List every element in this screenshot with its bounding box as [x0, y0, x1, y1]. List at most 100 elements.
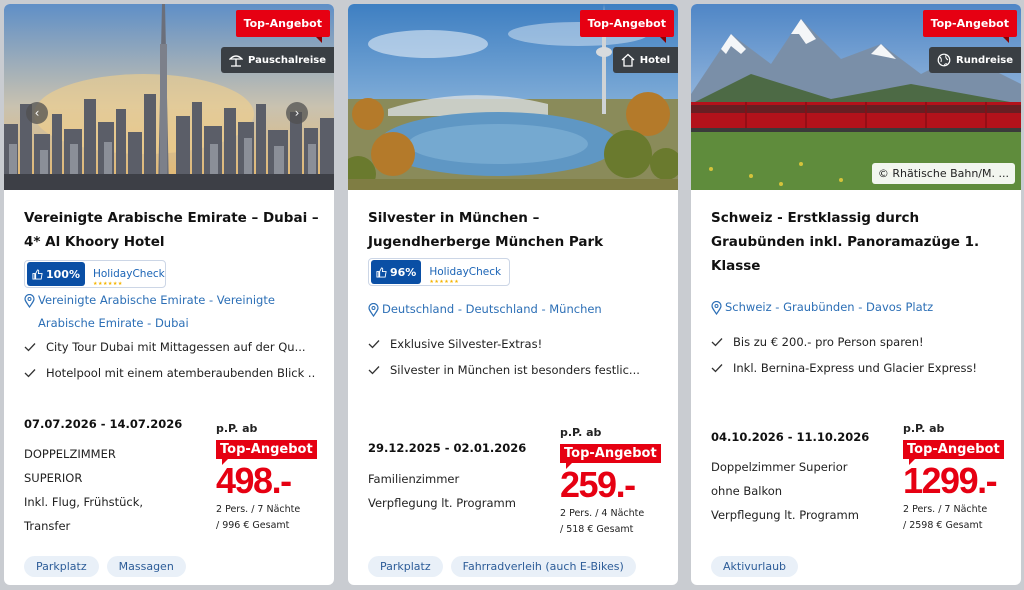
price-per-person-label: p.P. ab	[903, 422, 945, 435]
location-text: Deutschland - Deutschland - München	[382, 302, 602, 316]
amenity-chip[interactable]: Massagen	[106, 556, 186, 577]
check-icon	[711, 364, 723, 373]
check-icon	[24, 343, 36, 352]
price-total: / 518 € Gesamt	[560, 524, 634, 535]
location-text: Schweiz - Graubünden - Davos Platz	[725, 300, 934, 314]
room-line: DOPPELZIMMER	[24, 447, 116, 461]
offer-image[interactable]: Top-Angebot Hotel	[348, 4, 678, 190]
thumbs-up-icon	[376, 266, 387, 278]
trip-type-label: Rundreise	[956, 54, 1013, 66]
travel-dates: 29.12.2025 - 02.01.2026	[368, 441, 527, 455]
rating-percent-pill: 96%	[371, 260, 422, 284]
trip-type-badge: Rundreise	[929, 47, 1021, 73]
price-total: / 996 € Gesamt	[216, 520, 290, 531]
feature-list: Exklusive Silvester-Extras! Silvester in…	[368, 331, 660, 383]
feature-item: Bis zu € 200.- pro Person sparen!	[711, 329, 1003, 355]
price-persons-nights: 2 Pers. / 7 Nächte	[216, 504, 301, 515]
feature-item: Silvester in München ist besonders festl…	[368, 357, 660, 383]
location-text: Vereinigte Arabische Emirate - Vereinigt…	[38, 293, 275, 330]
image-copyright: © Rhätische Bahn/M. ...	[871, 163, 1015, 184]
travel-dates: 04.10.2026 - 11.10.2026	[711, 430, 870, 444]
amenity-chips: Aktivurlaub	[711, 556, 799, 577]
price-amount: 1299.-	[903, 460, 998, 501]
room-line: Verpflegung lt. Programm	[368, 496, 516, 510]
room-info: DOPPELZIMMER SUPERIOR Inkl. Flug, Frühst…	[24, 442, 204, 538]
holidaycheck-rating: 100% HolidayCheck ★★★★★★	[24, 260, 166, 288]
feature-item: Exklusive Silvester-Extras!	[368, 331, 660, 357]
map-pin-icon	[24, 294, 35, 308]
amenity-chip[interactable]: Aktivurlaub	[711, 556, 799, 577]
room-line: Familienzimmer	[368, 472, 460, 486]
check-icon	[368, 340, 380, 349]
holidaycheck-logo: HolidayCheck ★★★★★★	[429, 266, 502, 285]
room-info: Doppelzimmer Superior ohne Balkon Verpfl…	[711, 455, 891, 527]
amenity-chip[interactable]: Fahrradverleih (auch E-Bikes)	[450, 556, 636, 577]
price-top-offer-tag: Top-Angebot	[560, 444, 661, 469]
offer-title[interactable]: Silvester in München – Jugendherberge Mü…	[368, 206, 664, 254]
feature-text: Exklusive Silvester-Extras!	[390, 337, 543, 351]
amenity-chips: Parkplatz Fahrradverleih (auch E-Bikes)	[368, 556, 636, 577]
offer-card-munich[interactable]: Top-Angebot Hotel Silvester in München –…	[348, 4, 678, 585]
feature-text: Inkl. Bernina-Express und Glacier Expres…	[733, 361, 978, 375]
trip-type-label: Hotel	[639, 54, 670, 66]
location-link[interactable]: Schweiz - Graubünden - Davos Platz	[711, 296, 1011, 319]
rating-stars: ★★★★★★	[429, 279, 460, 285]
holidaycheck-brand: HolidayCheck	[429, 266, 502, 278]
offer-title[interactable]: Vereinigte Arabische Emirate – Dubai – 4…	[24, 206, 320, 254]
feature-item: City Tour Dubai mit Mittagessen auf der …	[24, 334, 316, 360]
check-icon	[711, 338, 723, 347]
location-link[interactable]: Deutschland - Deutschland - München	[368, 298, 668, 321]
price-amount: 259.-	[560, 464, 636, 505]
beach-umbrella-icon	[229, 55, 244, 67]
trip-type-badge: Pauschalreise	[221, 47, 334, 73]
globe-icon	[937, 53, 951, 67]
feature-text: Bis zu € 200.- pro Person sparen!	[733, 335, 924, 349]
amenity-chip[interactable]: Parkplatz	[24, 556, 99, 577]
price-total: / 2598 € Gesamt	[903, 520, 983, 531]
amenity-chip[interactable]: Parkplatz	[368, 556, 443, 577]
price-amount: 498.-	[216, 460, 292, 501]
room-info: Familienzimmer Verpflegung lt. Programm	[368, 467, 548, 515]
carousel-next-button[interactable]: ›	[286, 102, 308, 124]
room-line: SUPERIOR	[24, 471, 83, 485]
room-line: Verpflegung lt. Programm	[711, 508, 859, 522]
feature-text: City Tour Dubai mit Mittagessen auf der …	[46, 340, 306, 354]
feature-list: City Tour Dubai mit Mittagessen auf der …	[24, 334, 316, 386]
location-link[interactable]: Vereinigte Arabische Emirate - Vereinigt…	[24, 289, 324, 335]
room-line: ohne Balkon	[711, 484, 783, 498]
map-pin-icon	[711, 301, 722, 315]
travel-dates: 07.07.2026 - 14.07.2026	[24, 417, 183, 431]
holidaycheck-logo: HolidayCheck ★★★★★★	[93, 268, 165, 287]
feature-text: Silvester in München ist besonders festl…	[390, 363, 640, 377]
feature-item: Hotelpool mit einem atemberaubenden Blic…	[24, 360, 316, 386]
offer-card-dubai[interactable]: Top-Angebot Pauschalreise ‹ › Vereinigte…	[4, 4, 334, 585]
check-icon	[24, 369, 36, 378]
price-top-offer-tag: Top-Angebot	[216, 440, 317, 465]
room-line: Doppelzimmer Superior	[711, 460, 848, 474]
room-line: Inkl. Flug, Frühstück,	[24, 495, 144, 509]
carousel-prev-button[interactable]: ‹	[26, 102, 48, 124]
amenity-chips: Parkplatz Massagen	[24, 556, 186, 577]
price-persons-nights: 2 Pers. / 4 Nächte	[560, 508, 645, 519]
trip-type-label: Pauschalreise	[248, 54, 326, 66]
room-line: Transfer	[24, 519, 71, 533]
price-block: p.P. ab Top-Angebot 1299.- 2 Pers. / 7 N…	[903, 422, 1013, 533]
feature-list: Bis zu € 200.- pro Person sparen! Inkl. …	[711, 329, 1003, 381]
feature-item: Inkl. Bernina-Express und Glacier Expres…	[711, 355, 1003, 381]
trip-type-badge: Hotel	[612, 47, 678, 73]
map-pin-icon	[368, 303, 379, 317]
price-block: p.P. ab Top-Angebot 498.- 2 Pers. / 7 Nä…	[216, 422, 326, 533]
price-top-offer-tag: Top-Angebot	[903, 440, 1004, 465]
offer-image[interactable]: Top-Angebot Rundreise © Rhätische Bahn/M…	[691, 4, 1021, 190]
rating-percent-pill: 100%	[27, 262, 85, 286]
hotel-house-icon	[621, 53, 635, 67]
holidaycheck-rating: 96% HolidayCheck ★★★★★★	[368, 258, 510, 286]
top-offer-badge: Top-Angebot	[235, 10, 330, 43]
rating-percent: 100%	[46, 267, 80, 281]
price-per-person-label: p.P. ab	[560, 426, 602, 439]
offer-card-switzerland[interactable]: Top-Angebot Rundreise © Rhätische Bahn/M…	[691, 4, 1021, 585]
offer-image[interactable]: Top-Angebot Pauschalreise ‹ ›	[4, 4, 334, 190]
price-block: p.P. ab Top-Angebot 259.- 2 Pers. / 4 Nä…	[560, 426, 670, 537]
offer-title[interactable]: Schweiz - Erstklassig durch Graubünden i…	[711, 206, 1007, 278]
price-per-person-label: p.P. ab	[216, 422, 258, 435]
